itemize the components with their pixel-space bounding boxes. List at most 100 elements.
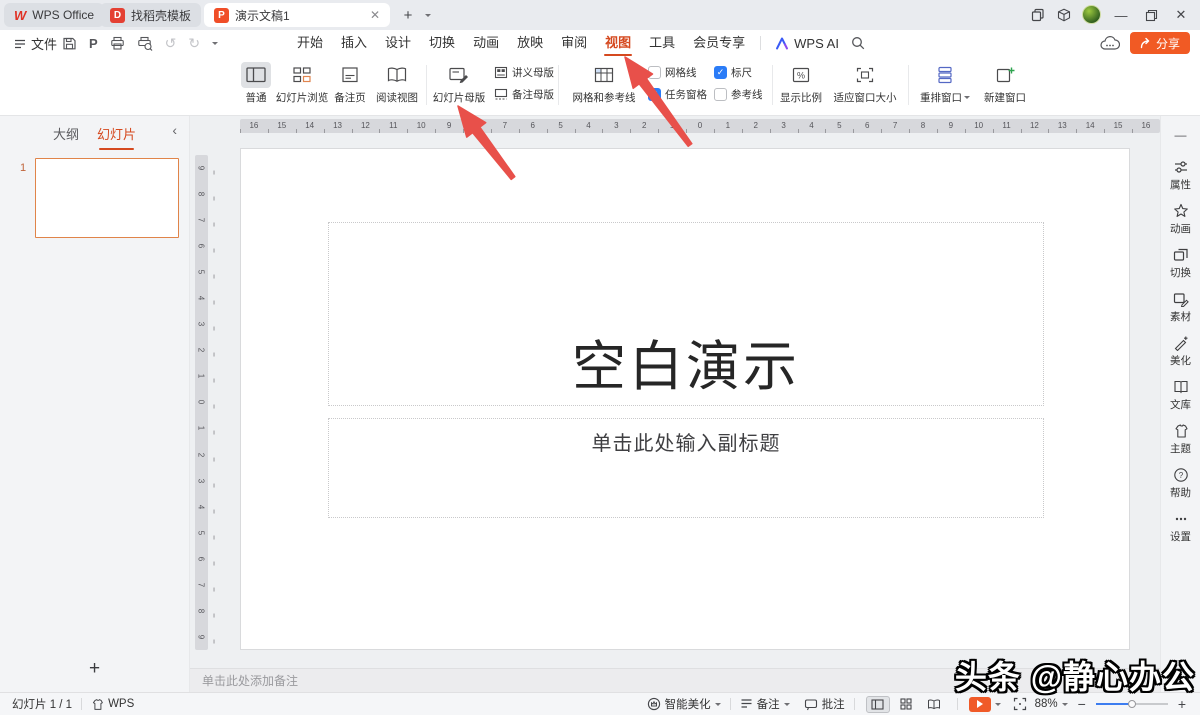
subtitle-placeholder[interactable]: 单击此处输入副标题 <box>328 418 1044 518</box>
status-slide-sorter-button[interactable] <box>894 696 918 713</box>
notes-page-button[interactable]: 备注页 <box>330 62 370 105</box>
sidebar-item-transition[interactable]: 切换 <box>1170 247 1191 280</box>
play-options-chevron-icon[interactable] <box>995 703 1001 709</box>
menu-slideshow[interactable]: 放映 <box>508 30 552 57</box>
zoom-in-button[interactable]: + <box>1176 696 1188 712</box>
sidebar-item-library[interactable]: 文库 <box>1170 379 1191 412</box>
menu-view[interactable]: 视图 <box>596 30 640 57</box>
app-box-icon[interactable] <box>1056 7 1072 23</box>
menu-tools[interactable]: 工具 <box>640 30 684 57</box>
reading-view-button[interactable]: 阅读视图 <box>372 62 422 105</box>
collapse-panel-icon[interactable]: ‹ <box>172 122 177 138</box>
sidebar-item-theme[interactable]: 主题 <box>1170 423 1191 456</box>
slide-master-button[interactable]: 幻灯片母版 <box>430 62 488 105</box>
sidebar-item-animation[interactable]: 动画 <box>1170 203 1191 236</box>
ruler-number: 0 <box>188 396 214 409</box>
notes-master-button[interactable]: 备注母版 <box>494 87 554 102</box>
ruler-number: 13 <box>324 119 352 133</box>
new-tab-button[interactable]: + <box>398 3 418 27</box>
zoom-slider-knob[interactable] <box>1128 700 1136 708</box>
ruler-number: 0 <box>686 119 714 133</box>
fit-window-button[interactable]: 适应窗口大小 <box>830 62 900 105</box>
play-slideshow-button[interactable] <box>969 697 991 712</box>
smart-beautify-button[interactable]: 智能美化 <box>647 696 721 712</box>
ribbon-view-tab: 普通 幻灯片浏览 备注页 阅读视图 幻灯片母版 讲义母版 备注母版 网格和参考线… <box>0 57 1200 116</box>
new-window-button[interactable]: 新建窗口 <box>980 62 1030 105</box>
minimize-button[interactable]: — <box>1112 7 1130 23</box>
collapse-sidebar-icon[interactable]: — <box>1175 128 1187 142</box>
ruler-number: 8 <box>463 119 491 133</box>
share-button[interactable]: 分享 <box>1130 32 1190 54</box>
ruler-number: 14 <box>296 119 324 133</box>
status-normal-view-button[interactable] <box>866 696 890 713</box>
wps-ai-button[interactable]: WPS AI <box>767 30 847 57</box>
export-pdf-icon[interactable]: P <box>89 36 98 51</box>
zoom-level[interactable]: 88% <box>1035 698 1068 710</box>
zoom-out-button[interactable]: − <box>1076 696 1088 712</box>
close-tab-icon[interactable]: ✕ <box>370 8 380 22</box>
save-icon[interactable] <box>62 36 77 51</box>
close-window-button[interactable]: ✕ <box>1172 7 1190 23</box>
arrange-windows-button[interactable]: 重排窗口 <box>916 62 974 105</box>
restore-button[interactable] <box>1142 7 1160 23</box>
checkbox-icon[interactable] <box>648 66 661 79</box>
checkbox-icon[interactable] <box>714 66 727 79</box>
menu-review[interactable]: 审阅 <box>552 30 596 57</box>
slide-sorter-button[interactable]: 幻灯片浏览 <box>272 62 332 105</box>
print-preview-icon[interactable] <box>137 36 153 51</box>
workspace-icon[interactable] <box>1030 7 1046 23</box>
status-reading-view-button[interactable] <box>922 696 946 713</box>
menu-member[interactable]: 会员专享 <box>684 30 754 57</box>
menu-home[interactable]: 开始 <box>288 30 332 57</box>
search-icon[interactable] <box>847 30 869 57</box>
menu-insert[interactable]: 插入 <box>332 30 376 57</box>
tab-list-chevron-icon[interactable] <box>420 3 436 27</box>
menu-design[interactable]: 设计 <box>376 30 420 57</box>
menu-transition[interactable]: 切换 <box>420 30 464 57</box>
ruler-checkbox[interactable]: 标尺 <box>714 65 766 80</box>
checkbox-icon[interactable] <box>648 88 661 101</box>
comments-button[interactable]: 批注 <box>804 696 845 712</box>
ruler-number: 5 <box>188 526 214 539</box>
undo-icon[interactable]: ↺ <box>165 35 177 52</box>
gridlines-checkbox[interactable]: 网格线 <box>648 65 710 80</box>
chevron-down-icon <box>964 96 970 102</box>
slide-thumbnail[interactable] <box>35 158 179 238</box>
zoom-ratio-button[interactable]: % 显示比例 <box>778 62 824 105</box>
theme-button[interactable]: WPS <box>91 698 134 711</box>
percent-icon: % <box>786 62 816 88</box>
checkbox-icon[interactable] <box>714 88 727 101</box>
redo-icon[interactable]: ↻ <box>188 35 200 52</box>
grid-and-guides-button[interactable]: 网格和参考线 <box>564 62 644 105</box>
title-placeholder[interactable]: 空白演示 <box>328 222 1044 406</box>
task-pane-checkbox[interactable]: 任务窗格 <box>648 87 710 102</box>
normal-view-button[interactable]: 普通 <box>238 62 274 105</box>
ruler-number: 2 <box>188 448 214 461</box>
sidebar-item-material[interactable]: 素材 <box>1170 291 1191 324</box>
slide-master-icon <box>444 62 474 88</box>
ruler-number: 9 <box>435 119 463 133</box>
zoom-slider[interactable] <box>1096 703 1168 705</box>
user-avatar[interactable] <box>1082 5 1101 24</box>
tab-presentation1[interactable]: P 演示文稿1 ✕ <box>204 3 390 27</box>
sidebar-item-beautify[interactable]: 美化 <box>1170 335 1191 368</box>
cloud-status-icon[interactable] <box>1100 36 1120 51</box>
sidebar-item-properties[interactable]: 属性 <box>1170 159 1191 192</box>
tab-wps-office[interactable]: W WPS Office <box>4 3 104 27</box>
guides-checkbox[interactable]: 参考线 <box>714 87 766 102</box>
menu-animation[interactable]: 动画 <box>464 30 508 57</box>
tab-slides[interactable]: 幻灯片 <box>97 124 136 143</box>
slide-canvas[interactable]: 空白演示 单击此处输入副标题 <box>240 148 1130 650</box>
quick-access-chevron-icon[interactable] <box>212 42 218 48</box>
handout-master-button[interactable]: 讲义母版 <box>494 65 554 80</box>
tab-outline[interactable]: 大纲 <box>53 124 79 143</box>
sidebar-item-help[interactable]: ? 帮助 <box>1170 467 1191 500</box>
tab-docer-templates[interactable]: D 找稻壳模板 <box>100 3 201 27</box>
fit-slide-button[interactable] <box>1013 697 1027 711</box>
file-menu-button[interactable]: 文件 <box>14 30 57 57</box>
ruler-number: 7 <box>188 214 214 227</box>
add-slide-button[interactable]: + <box>0 658 189 680</box>
notes-toggle-button[interactable]: 备注 <box>740 696 790 712</box>
print-icon[interactable] <box>110 36 125 51</box>
sidebar-item-settings[interactable]: 设置 <box>1170 511 1191 544</box>
